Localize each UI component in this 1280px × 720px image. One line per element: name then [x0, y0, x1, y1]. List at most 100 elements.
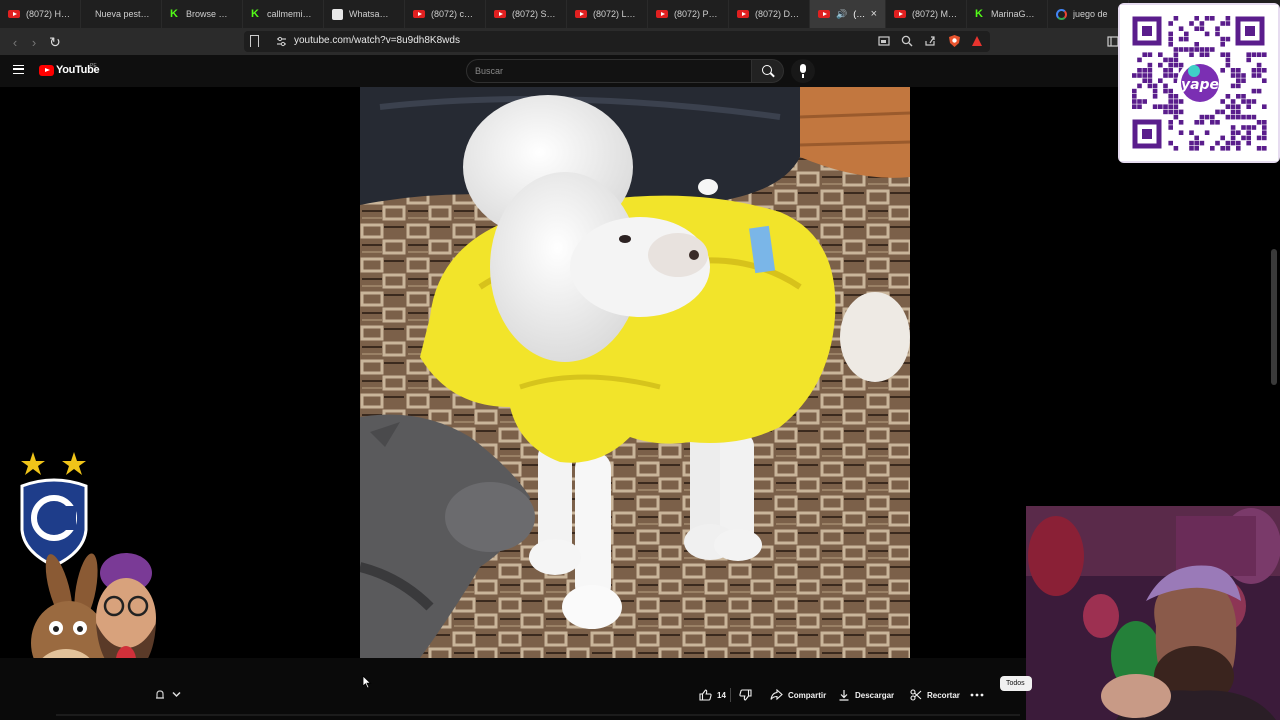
tab-label: (8072) Perro [674, 9, 720, 19]
browser-tab[interactable]: (8072) Here I [0, 0, 81, 28]
qr-module [1137, 73, 1142, 78]
qr-module [1256, 120, 1262, 125]
browser-tab-strip: (8072) Here INueva pestañaKBrowse CategK… [0, 0, 1280, 28]
qr-module [1236, 146, 1241, 151]
qr-module [1147, 83, 1153, 89]
qr-module [1220, 21, 1225, 26]
qr-module [1132, 99, 1137, 104]
qr-module [1215, 26, 1220, 31]
qr-module [1173, 73, 1179, 78]
qr-module [1246, 135, 1251, 141]
chevron-down-icon[interactable] [172, 691, 181, 698]
video-frame-dog-in-raincoat [360, 87, 910, 658]
clip-label: Recortar [927, 690, 960, 700]
qr-module [1241, 135, 1246, 141]
youtube-logo-icon[interactable] [39, 65, 54, 76]
qr-module [1199, 114, 1205, 120]
page-scrollbar[interactable] [1271, 249, 1277, 385]
qr-module [1204, 114, 1210, 120]
qr-module [1246, 130, 1251, 135]
more-actions-button[interactable] [970, 685, 984, 705]
search-input[interactable]: Buscar [466, 59, 752, 83]
qr-module [1178, 99, 1184, 104]
browser-tab[interactable]: Whatsamusic [324, 0, 405, 28]
browser-tab[interactable]: Kcallmemiamil [243, 0, 324, 28]
thumbs-up-icon [699, 689, 712, 701]
qr-module [1256, 52, 1262, 57]
qr-module [1194, 47, 1199, 52]
menu-icon[interactable] [13, 65, 24, 74]
brave-rewards-icon[interactable] [971, 35, 983, 47]
zoom-icon[interactable] [901, 35, 913, 47]
qr-module [1246, 99, 1251, 104]
browser-tab[interactable]: (8072) Los Be [567, 0, 648, 28]
reload-icon[interactable]: ↻ [45, 32, 65, 52]
qr-module [1168, 94, 1173, 99]
back-icon[interactable]: ‹ [5, 32, 25, 52]
qr-module [1189, 47, 1194, 52]
qr-module [1236, 68, 1241, 73]
audio-playing-icon[interactable]: 🔊 [836, 9, 847, 20]
browser-tab[interactable]: 🔊 (8072 × [810, 0, 886, 28]
qr-module [1158, 52, 1163, 57]
browser-tab[interactable]: K Browse Categ [162, 0, 243, 28]
qr-module [1210, 146, 1215, 151]
qr-module [1173, 57, 1179, 63]
qr-module [1204, 47, 1210, 52]
browser-toolbar: ‹ › ↻ youtube.com/watch?v=8u9dh8K8wds [0, 28, 1280, 55]
qr-module [1168, 62, 1173, 68]
bookmark-icon[interactable] [249, 35, 259, 51]
qr-module [1194, 42, 1199, 47]
qr-module [1225, 52, 1231, 57]
qr-module [1230, 73, 1236, 78]
brave-shield-icon[interactable] [948, 34, 961, 48]
site-settings-icon[interactable] [276, 36, 287, 47]
browser-tab[interactable]: (8072) MALDI [886, 0, 967, 28]
qr-module [1204, 31, 1210, 37]
tab-label: callmemiamil [267, 9, 315, 19]
voice-search-icon[interactable] [791, 59, 815, 83]
clip-button[interactable]: Recortar [910, 685, 960, 705]
tab-label: (8072 [853, 9, 864, 19]
qr-module [1230, 104, 1236, 109]
browser-tab[interactable]: (8072) Perro [648, 0, 729, 28]
qr-module [1246, 52, 1251, 57]
download-button[interactable]: Descargar [838, 685, 894, 705]
like-count: 14 [717, 690, 726, 700]
notifications-bell-icon[interactable] [154, 689, 166, 701]
qr-module [1204, 16, 1210, 21]
qr-module [1178, 109, 1184, 115]
browser-tab[interactable]: (8072) coman [405, 0, 486, 28]
search-button[interactable] [752, 59, 784, 83]
forward-icon[interactable]: › [24, 32, 44, 52]
cast-icon[interactable] [878, 36, 890, 47]
browser-tab[interactable]: K MarinaGold S [967, 0, 1048, 28]
qr-module [1199, 140, 1205, 146]
qr-module [1178, 47, 1184, 52]
qr-module [1225, 114, 1231, 120]
tab-label: (8072) Skinny [512, 9, 558, 19]
browser-tab[interactable]: (8072) DBK - [729, 0, 810, 28]
close-tab-icon[interactable]: × [871, 8, 877, 20]
youtube-icon [818, 10, 830, 18]
browser-tab[interactable]: juego de [1048, 0, 1129, 28]
browser-tab[interactable]: Nueva pestaña [81, 0, 162, 28]
share-button[interactable]: Compartir [770, 685, 826, 705]
qr-module [1163, 73, 1168, 78]
address-bar[interactable]: youtube.com/watch?v=8u9dh8K8wds [244, 31, 990, 52]
filter-chip-todos[interactable]: Todos [1000, 676, 1032, 691]
qr-module [1173, 99, 1179, 104]
qr-module [1132, 88, 1137, 94]
qr-module [1225, 62, 1231, 68]
share-page-icon[interactable] [924, 35, 936, 47]
browser-tab[interactable]: (8072) Skinny [486, 0, 567, 28]
like-button[interactable]: 14 [699, 685, 726, 705]
qr-module [1246, 125, 1251, 130]
qr-module [1262, 104, 1267, 109]
video-player[interactable] [360, 87, 910, 658]
dislike-button[interactable] [739, 685, 752, 705]
qr-module [1147, 73, 1153, 78]
kick-icon: K [975, 8, 983, 20]
qr-module [1251, 125, 1257, 130]
qr-module [1132, 73, 1137, 78]
